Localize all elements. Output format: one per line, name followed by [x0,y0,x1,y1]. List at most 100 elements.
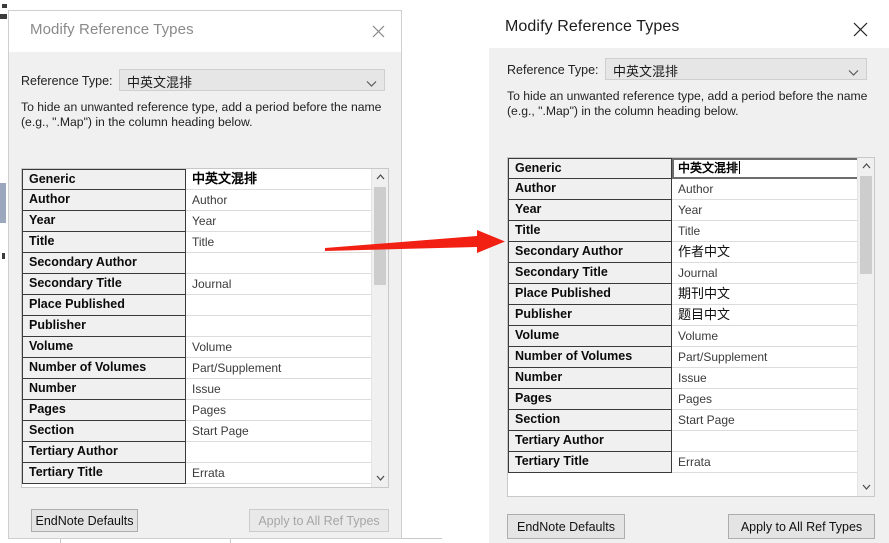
field-name-cell: Section [22,421,186,442]
endnote-defaults-button[interactable]: EndNote Defaults [507,514,625,539]
reference-type-combobox[interactable]: 中英文混排 [605,58,867,80]
table-row[interactable]: Volume Volume [22,337,373,358]
table-row[interactable]: Tertiary Title Errata [22,463,373,484]
field-value-cell[interactable]: Start Page [186,421,373,442]
field-value-cell[interactable]: Journal [186,274,373,295]
table-row[interactable]: Place Published [22,295,373,316]
table-row[interactable]: Pages Pages [22,400,373,421]
field-name-cell: Section [508,410,672,431]
close-icon[interactable] [363,17,393,45]
scrollbar-thumb[interactable] [374,187,386,285]
field-value-cell[interactable] [672,431,859,452]
field-value-cell[interactable]: Issue [672,368,859,389]
field-name-cell: Author [22,190,186,211]
field-value-cell[interactable]: Issue [186,379,373,400]
table-row[interactable]: Secondary Title Journal [508,263,859,284]
table-row[interactable]: Number Issue [508,368,859,389]
field-value-cell[interactable]: Title [672,221,859,242]
field-value-cell[interactable]: 期刊中文 [672,284,859,305]
table-row[interactable]: Author Author [508,179,859,200]
field-name-cell: Year [22,211,186,232]
table-row[interactable]: Author Author [22,190,373,211]
field-value-cell[interactable] [186,442,373,463]
field-name-cell: Pages [22,400,186,421]
table-row[interactable]: Title Title [508,221,859,242]
reference-type-value: 中英文混排 [127,75,193,90]
table-row[interactable]: Generic 中英文混排 [508,158,859,179]
table-row[interactable]: Volume Volume [508,326,859,347]
scroll-down-arrow-icon[interactable] [372,470,388,487]
background-fragment-lower [2,253,5,259]
field-value-cell[interactable]: Journal [672,263,859,284]
field-value-cell[interactable]: Author [186,190,373,211]
field-value-cell[interactable]: 作者中文 [672,242,859,263]
scroll-down-arrow-icon[interactable] [858,479,874,496]
table-row[interactable]: Tertiary Author [22,442,373,463]
table-row[interactable]: Publisher [22,316,373,337]
dialog-body: Reference Type: 中英文混排 To hide an unwante… [9,52,401,538]
table-row[interactable]: Year Year [508,200,859,221]
table-row[interactable]: Tertiary Author [508,431,859,452]
apply-to-all-ref-types-button[interactable]: Apply to All Ref Types [728,514,875,539]
scrollbar-thumb[interactable] [860,176,872,274]
field-value-cell[interactable] [186,316,373,337]
field-value-cell[interactable]: Part/Supplement [672,347,859,368]
close-icon[interactable] [845,14,875,42]
table-row[interactable]: Publisher 题目中文 [508,305,859,326]
table-row[interactable]: Section Start Page [508,410,859,431]
field-name-cell: Secondary Title [22,274,186,295]
table-row[interactable]: Number of Volumes Part/Supplement [508,347,859,368]
table-row[interactable]: Generic 中英文混排 [22,169,373,190]
dialog-titlebar: Modify Reference Types [489,0,889,48]
field-value-cell[interactable]: Author [672,179,859,200]
field-value-cell[interactable]: Start Page [672,410,859,431]
reference-type-combobox[interactable]: 中英文混排 [119,69,385,91]
field-value-cell[interactable]: 题目中文 [672,305,859,326]
field-value-cell[interactable] [186,295,373,316]
table-row[interactable]: Tertiary Title Errata [508,452,859,473]
field-name-cell: Tertiary Author [508,431,672,452]
table-row[interactable]: Year Year [22,211,373,232]
table-row[interactable]: Secondary Author 作者中文 [508,242,859,263]
table-row[interactable]: Pages Pages [508,389,859,410]
field-name-cell: Publisher [508,305,672,326]
field-value-cell[interactable]: Errata [672,452,859,473]
dialog-titlebar: Modify Reference Types [9,11,401,52]
field-value-cell[interactable]: Title [186,232,373,253]
field-value-cell-editing[interactable]: 中英文混排 [672,158,859,179]
apply-to-all-ref-types-button[interactable]: Apply to All Ref Types [249,509,389,532]
table-vertical-scrollbar[interactable] [857,158,874,496]
table-vertical-scrollbar[interactable] [371,169,388,487]
table-row[interactable]: Secondary Title Journal [22,274,373,295]
field-name-cell: Place Published [508,284,672,305]
dialog-title: Modify Reference Types [505,18,680,35]
field-name-cell: Year [508,200,672,221]
field-value-cell[interactable]: Year [672,200,859,221]
table-row[interactable]: Title Title [22,232,373,253]
field-name-cell: Pages [508,389,672,410]
field-name-cell: Secondary Author [508,242,672,263]
field-value-cell[interactable]: 中英文混排 [186,169,373,190]
scroll-up-arrow-icon[interactable] [858,158,874,175]
field-value-cell[interactable]: Year [186,211,373,232]
reference-fields-table: Generic 中英文混排 Author Author Year Year Title Tit… [507,157,875,497]
table-row[interactable]: Number of Volumes Part/Supplement [22,358,373,379]
hide-reference-type-hint: To hide an unwanted reference type, add … [507,89,868,118]
field-name-cell: Secondary Author [22,253,186,274]
background-fragment-top [2,4,7,8]
endnote-defaults-button[interactable]: EndNote Defaults [31,509,138,532]
table-rows-left: Generic 中英文混排 Author Author Year Year Title Tit… [22,169,373,484]
field-value-cell[interactable]: Volume [186,337,373,358]
scroll-up-arrow-icon[interactable] [372,169,388,186]
field-value-cell[interactable]: Volume [672,326,859,347]
table-row[interactable]: Place Published 期刊中文 [508,284,859,305]
table-row[interactable]: Number Issue [22,379,373,400]
field-value-cell[interactable]: Pages [672,389,859,410]
table-row[interactable]: Secondary Author [22,253,373,274]
modify-reference-types-dialog-after: Modify Reference Types Reference Type: 中… [489,0,889,543]
field-value-cell[interactable] [186,253,373,274]
field-value-cell[interactable]: Part/Supplement [186,358,373,379]
field-value-cell[interactable]: Pages [186,400,373,421]
table-row[interactable]: Section Start Page [22,421,373,442]
field-value-cell[interactable]: Errata [186,463,373,484]
